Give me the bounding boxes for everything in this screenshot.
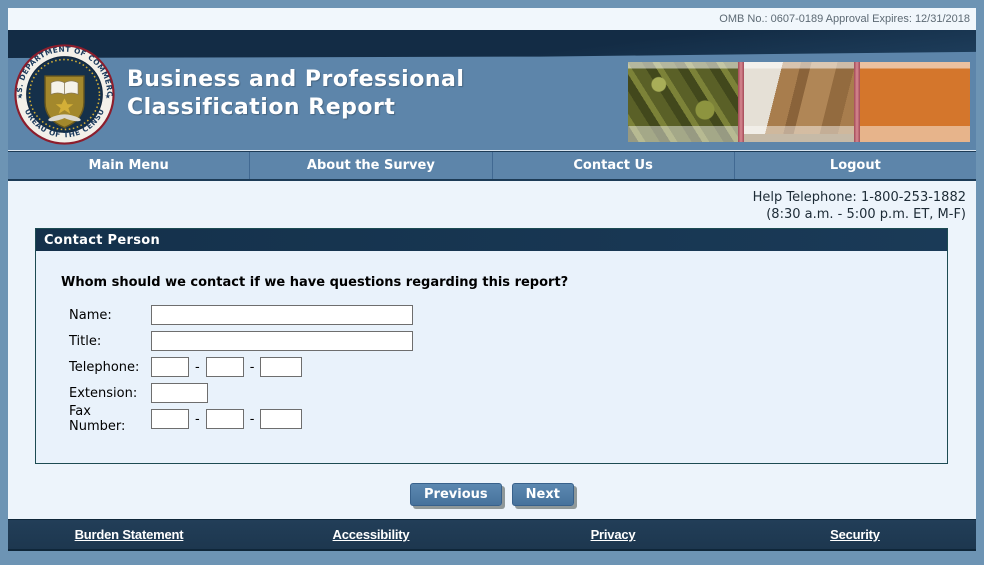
- panel-header: Contact Person: [36, 229, 947, 251]
- dash-separator: -: [249, 359, 255, 375]
- title-row: Title:: [69, 330, 947, 352]
- name-input[interactable]: [151, 305, 413, 325]
- oranges-photo: [860, 62, 970, 142]
- svg-text:★: ★: [17, 92, 23, 100]
- svg-text:★: ★: [105, 92, 111, 100]
- telephone-row: Telephone: - -: [69, 356, 947, 378]
- page-title-line1: Business and Professional: [127, 67, 465, 92]
- census-bureau-seal-icon: U.S. DEPARTMENT OF COMMERCE BUREAU OF TH…: [14, 44, 115, 145]
- omb-approval-text: OMB No.: 0607-0189 Approval Expires: 12/…: [719, 13, 970, 25]
- page-header: U.S. DEPARTMENT OF COMMERCE BUREAU OF TH…: [8, 30, 976, 150]
- footer-cell: Security: [734, 520, 976, 549]
- nav-bar-wrap: Main Menu About the Survey Contact Us Lo…: [8, 150, 976, 181]
- footer-cell: Accessibility: [250, 520, 492, 549]
- nav-item-label: About the Survey: [306, 158, 435, 173]
- fax-row: Fax Number: - -: [69, 404, 947, 434]
- name-label: Name:: [69, 307, 112, 323]
- fax-prefix-input[interactable]: [205, 409, 244, 429]
- contact-question-text: Whom should we contact if we have questi…: [61, 275, 569, 290]
- fax-label: Fax Number:: [69, 404, 126, 434]
- security-link[interactable]: Security: [830, 527, 880, 542]
- help-telephone-block: Help Telephone: 1-800-253-1882 (8:30 a.m…: [753, 189, 966, 223]
- next-button[interactable]: Next: [511, 483, 574, 506]
- nav-item-contact-us[interactable]: Contact Us: [491, 152, 734, 179]
- page-title-line2: Classification Report: [127, 95, 396, 120]
- telephone-area-input[interactable]: [151, 357, 189, 377]
- header-photo-strip: [628, 62, 970, 142]
- header-top-stripe: [8, 30, 976, 58]
- contact-person-panel: Contact Person Whom should we contact if…: [35, 228, 948, 464]
- privacy-link[interactable]: Privacy: [591, 527, 636, 542]
- page-title: Business and Professional Classification…: [127, 66, 464, 122]
- dash-separator: -: [249, 411, 255, 427]
- contact-form: Name: Title: Telephone: - - Extension: F…: [69, 304, 947, 434]
- shipping-boxes-photo: [744, 62, 854, 142]
- accessibility-link[interactable]: Accessibility: [333, 527, 410, 542]
- nav-item-about-the-survey[interactable]: About the Survey: [249, 152, 491, 179]
- navigation-buttons: Previous Next: [8, 483, 976, 506]
- nav-item-logout[interactable]: Logout: [733, 152, 976, 179]
- previous-button[interactable]: Previous: [410, 483, 502, 506]
- help-telephone-hours: (8:30 a.m. - 5:00 p.m. ET, M-F): [766, 207, 966, 222]
- footer-cell: Privacy: [492, 520, 734, 549]
- telephone-prefix-input[interactable]: [205, 357, 244, 377]
- extension-row: Extension:: [69, 382, 947, 404]
- nav-item-label: Main Menu: [88, 158, 169, 173]
- telephone-label: Telephone:: [69, 359, 140, 375]
- nav-item-main-menu[interactable]: Main Menu: [8, 152, 249, 179]
- footer-cell: Burden Statement: [8, 520, 250, 549]
- survey-app: OMB No.: 0607-0189 Approval Expires: 12/…: [8, 8, 976, 551]
- fax-line-input[interactable]: [260, 409, 303, 429]
- title-input[interactable]: [151, 331, 413, 351]
- machine-parts-photo: [628, 62, 738, 142]
- footer-bar: Burden Statement Accessibility Privacy S…: [8, 519, 976, 551]
- nav-bar: Main Menu About the Survey Contact Us Lo…: [8, 151, 976, 181]
- dash-separator: -: [195, 359, 200, 375]
- help-telephone-number: Help Telephone: 1-800-253-1882: [752, 190, 966, 205]
- dash-separator: -: [195, 411, 200, 427]
- name-row: Name:: [69, 304, 947, 326]
- main-content: Help Telephone: 1-800-253-1882 (8:30 a.m…: [8, 181, 976, 519]
- burden-statement-link[interactable]: Burden Statement: [75, 527, 184, 542]
- telephone-line-input[interactable]: [260, 357, 303, 377]
- panel-title: Contact Person: [44, 232, 161, 248]
- nav-item-label: Logout: [829, 158, 881, 173]
- omb-bar: OMB No.: 0607-0189 Approval Expires: 12/…: [8, 8, 976, 30]
- fax-area-input[interactable]: [151, 409, 189, 429]
- browser-page: OMB No.: 0607-0189 Approval Expires: 12/…: [0, 0, 984, 565]
- nav-item-label: Contact Us: [573, 158, 653, 173]
- title-label: Title:: [69, 333, 102, 349]
- extension-label: Extension:: [69, 385, 138, 401]
- extension-input[interactable]: [151, 383, 208, 403]
